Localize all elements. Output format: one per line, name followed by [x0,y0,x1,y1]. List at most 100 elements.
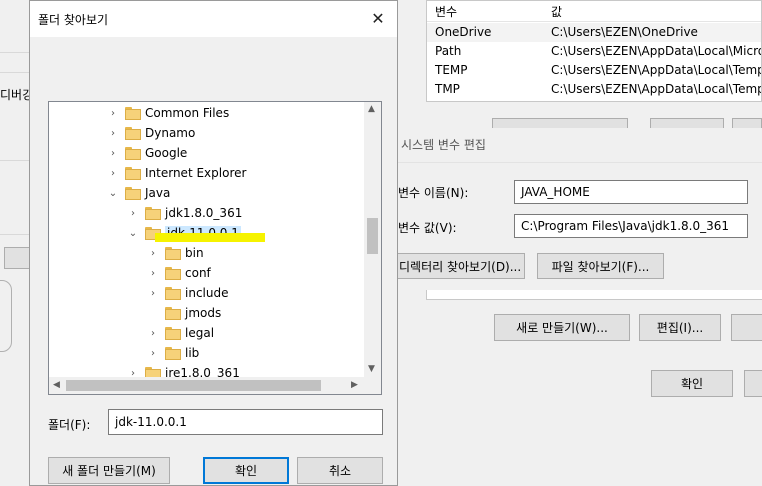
chevron-right-icon[interactable]: › [107,107,119,119]
chevron-right-icon[interactable]: › [107,167,119,179]
chevron-down-icon[interactable]: ⌄ [107,187,119,199]
env-var-name: Path [435,44,462,58]
tree-node[interactable]: jmods [147,303,221,323]
var-name-label: 변수 이름(N): [398,186,469,200]
tree-node[interactable]: › jdk1.8.0_361 [127,203,242,223]
var-value-label: 변수 값(V): [398,221,457,235]
env-var-value: C:\Users\EZEN\AppData\Local\Temp [551,63,762,77]
env-var-name: OneDrive [435,25,492,39]
folder-label: 폴더(F): [48,418,91,432]
tree-node[interactable]: › Dynamo [107,123,195,143]
chevron-right-icon[interactable]: › [127,207,139,219]
tree-node-label: jmods [185,306,222,320]
folder-icon [165,346,181,360]
tree-node[interactable]: ⌄ Java [107,183,171,203]
tree-node[interactable]: › bin [147,243,204,263]
background-window-left: 디버깅 [0,0,30,486]
folder-cancel-button[interactable]: 취소 [297,457,383,484]
folder-ok-button[interactable]: 확인 [203,457,289,484]
chevron-right-icon[interactable]: › [107,147,119,159]
chevron-right-icon[interactable]: › [107,127,119,139]
chevron-right-icon[interactable]: › [147,327,159,339]
background-panel-edge [0,280,12,352]
user-env-table: 변수 값 OneDrive C:\Users\EZEN\OneDrive Pat… [426,0,762,102]
folder-browse-dialog: 폴더 찾아보기 ✕ › Common Files › Dynamo › Google › In… [29,0,398,486]
env-var-name: TEMP [435,63,468,77]
tree-node-label: legal [185,326,215,340]
env-var-value: C:\Users\EZEN\AppData\Local\Micro [551,44,762,58]
tree-node[interactable]: › conf [147,263,211,283]
folder-icon [165,286,181,300]
tree-node-label: Dynamo [145,126,196,140]
tree-node[interactable]: › Google [107,143,187,163]
env-var-value: C:\Users\EZEN\AppData\Local\Temp [551,82,762,96]
tree-node-label: Java [145,186,171,200]
scroll-corner [364,377,381,394]
chevron-right-icon[interactable]: › [147,347,159,359]
tree-node-label: bin [185,246,204,260]
scroll-down-icon[interactable]: ▼ [368,364,375,374]
tree-node[interactable]: › legal [147,323,214,343]
var-name-input[interactable]: JAVA_HOME [514,180,748,204]
browse-file-button[interactable]: 파일 찾아보기(F)... [537,253,664,279]
tree-node[interactable]: › Common Files [107,103,229,123]
system-vars-list-bottom [426,290,762,300]
folder-icon [125,146,141,160]
folder-icon [165,306,181,320]
col-variable-header[interactable]: 변수 [435,3,457,20]
env-row[interactable]: OneDrive C:\Users\EZEN\OneDrive [427,23,761,42]
background-label: 디버깅 [0,88,30,102]
chevron-right-icon [147,307,159,319]
folder-icon [125,166,141,180]
sys-dialog-title: 시스템 변수 편집 [401,138,486,152]
scroll-right-icon[interactable]: ▶ [351,380,358,390]
system-variable-edit-dialog: 시스템 변수 편집 변수 이름(N): JAVA_HOME 변수 값(V): C… [396,128,762,486]
folder-icon [165,246,181,260]
tree-node-label: lib [185,346,200,360]
tree-node[interactable]: › include [147,283,228,303]
env-row[interactable]: TMP C:\Users\EZEN\AppData\Local\Temp [427,80,761,99]
tree-node-label: Google [145,146,188,160]
chevron-right-icon[interactable]: › [147,247,159,259]
env-row[interactable]: TEMP C:\Users\EZEN\AppData\Local\Temp [427,61,761,80]
chevron-down-icon[interactable]: ⌄ [127,227,139,239]
horizontal-scroll-thumb[interactable] [66,380,321,391]
env-row[interactable]: Path C:\Users\EZEN\AppData\Local\Micro [427,42,761,61]
folder-icon [165,266,181,280]
scroll-up-icon[interactable]: ▲ [368,104,375,114]
tree-node[interactable]: › lib [147,343,199,363]
folder-dialog-titlebar: 폴더 찾아보기 ✕ [30,1,397,37]
folder-icon [125,126,141,140]
folder-input[interactable]: jdk-11.0.0.1 [108,409,383,435]
chevron-right-icon[interactable]: › [147,267,159,279]
scroll-left-icon[interactable]: ◀ [53,380,60,390]
folder-icon [125,106,141,120]
tree-node-label: Common Files [145,106,230,120]
folder-icon [165,326,181,340]
sys-cancel-button-partial[interactable] [744,370,762,397]
chevron-right-icon[interactable]: › [147,287,159,299]
env-var-name: TMP [435,82,460,96]
close-icon[interactable]: ✕ [367,7,389,29]
tree-node[interactable]: › Internet Explorer [107,163,246,183]
sys-new-button[interactable]: 새로 만들기(W)... [494,314,630,341]
browse-directory-button[interactable]: 디렉터리 찾아보기(D)... [396,253,525,279]
col-value-header[interactable]: 값 [551,3,562,20]
tree-node-label: Internet Explorer [145,166,247,180]
folder-tree[interactable]: › Common Files › Dynamo › Google › Internet Exp… [48,101,382,395]
vertical-scroll-thumb[interactable] [367,218,378,254]
env-var-value: C:\Users\EZEN\OneDrive [551,25,698,39]
vertical-scrollbar[interactable]: ▲ ▼ [364,102,381,378]
tree-node-label: jdk1.8.0_361 [165,206,243,220]
env-vars-window: 변수 값 OneDrive C:\Users\EZEN\OneDrive Pat… [412,0,762,132]
var-value-input[interactable]: C:\Program Files\Java\jdk1.8.0_361 [514,214,748,238]
tree-node-label: conf [185,266,211,280]
background-button[interactable] [4,247,30,269]
horizontal-scrollbar[interactable]: ◀ ▶ [49,377,365,394]
folder-icon [145,206,161,220]
annotation-highlight [155,233,265,242]
sys-delete-button-partial[interactable] [731,314,762,341]
new-folder-button[interactable]: 새 폴더 만들기(M) [48,457,170,484]
sys-edit-button[interactable]: 편집(I)... [639,314,721,341]
sys-ok-button[interactable]: 확인 [651,370,733,397]
